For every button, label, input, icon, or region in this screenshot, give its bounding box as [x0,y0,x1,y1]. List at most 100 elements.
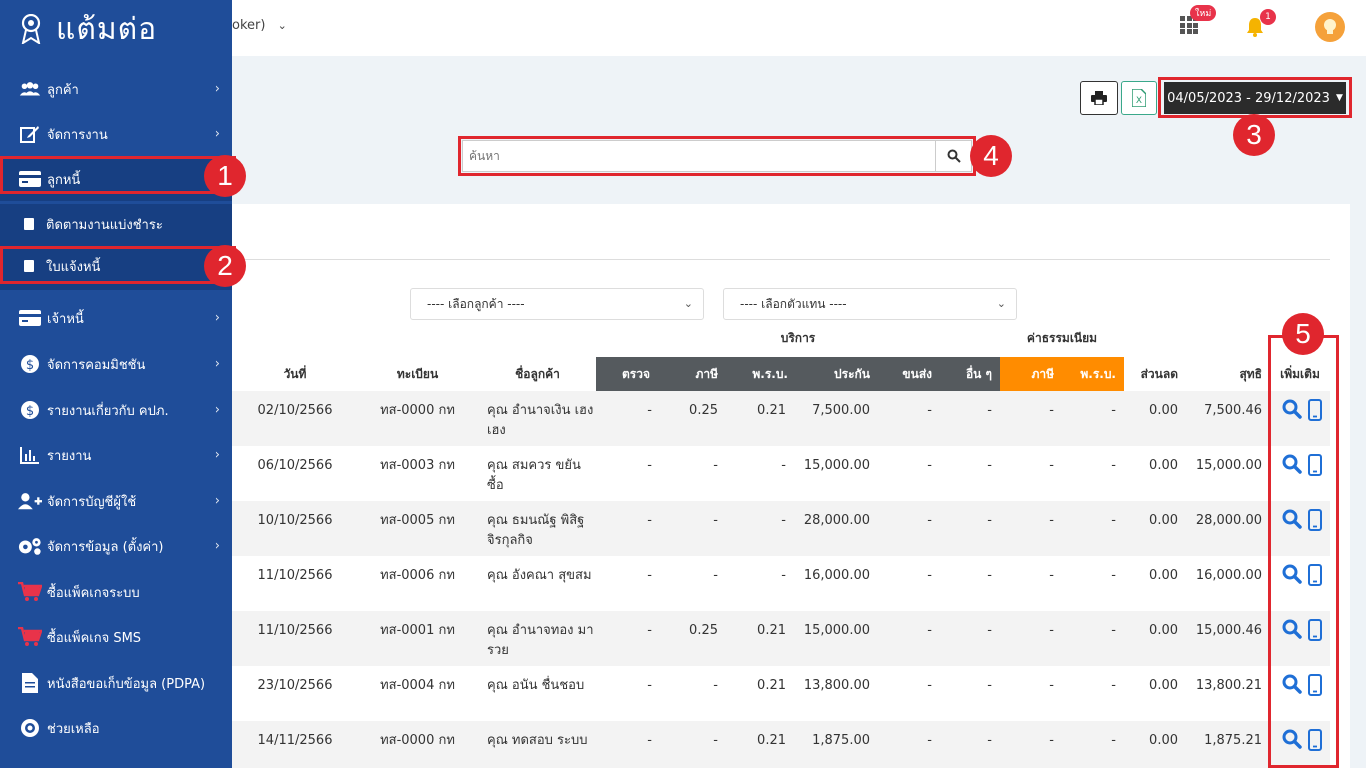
group-header-service: บริการ [780,331,816,345]
sidebar-item-label: ซื้อแพ็คเกจ SMS [47,630,142,646]
cell-other: - [987,403,992,418]
sidebar-item-manage-jobs[interactable]: จัดการงาน › [0,112,232,156]
cell-plate: ทส-0003 กท [380,458,455,473]
cell-fee-tax: - [1049,458,1054,473]
sidebar-item-buy-package[interactable]: ซื้อแพ็คเกจระบบ [0,570,232,614]
sidebar-item-label: ซื้อแพ็คเกจระบบ [47,585,140,601]
cell-prb: 0.21 [757,623,786,638]
file-icon [18,673,42,693]
cell-inspect: - [647,403,652,418]
sidebar-item-customers[interactable]: ลูกค้า › [0,67,232,111]
cell-customer: คุณ อนัน ชื่นชอบ [487,678,585,693]
cell-net: 13,800.21 [1195,678,1262,693]
col-header-date: วันที่ [283,366,307,381]
excel-file-icon: X [1132,89,1146,107]
cell-tax: - [713,733,718,748]
brand-logo[interactable]: แต้มต่อ [0,0,232,58]
cell-discount: 0.00 [1149,513,1178,528]
chevron-right-icon: › [214,447,220,463]
cell-plate: ทส-0004 กท [380,678,455,693]
sidebar-item-settings[interactable]: จัดการข้อมูล (ตั้งค่า) › [0,524,232,568]
cell-inspect: - [647,733,652,748]
annotation-number-4: 4 [970,135,1012,177]
col-header-prb: พ.ร.บ. [726,357,796,391]
cell-other: - [987,678,992,693]
chevron-right-icon: › [214,310,220,326]
cell-customer: คุณ อังคณา สุขสม [487,568,592,583]
cell-insurance: 7,500.00 [812,403,870,418]
print-button[interactable] [1080,81,1118,115]
sidebar-item-user-accounts[interactable]: จัดการบัญชีผู้ใช้ › [0,479,232,523]
chevron-right-icon: › [214,538,220,554]
user-plus-icon [18,491,42,511]
cell-discount: 0.00 [1149,678,1178,693]
cell-insurance: 15,000.00 [803,458,870,473]
annotation-box-5 [1268,335,1339,768]
cell-net: 16,000.00 [1195,568,1262,583]
col-header-net: สุทธิ [1239,366,1262,381]
cell-fee-prb: - [1111,733,1116,748]
col-header-tax: ภาษี [676,357,726,391]
cell-inspect: - [647,568,652,583]
brand-name: แต้มต่อ [56,11,158,47]
sidebar-item-label: จัดการข้อมูล (ตั้งค่า) [47,539,164,555]
col-header-other: อื่น ๆ [940,357,1000,391]
cell-prb: - [781,458,786,473]
cell-plate: ทส-0001 กท [380,623,455,638]
sidebar-item-oic-report[interactable]: $ รายงานเกี่ยวกับ คปภ. › [0,388,232,432]
top-bar: oker) ⌄ ใหม่ 1 [232,0,1366,56]
cell-inspect: - [647,678,652,693]
doc-icon [24,218,34,230]
col-header-insurance: ประกัน [796,357,878,391]
annotation-box-3 [1158,77,1352,118]
cell-prb: - [781,568,786,583]
sidebar-item-help[interactable]: ช่วยเหลือ [0,706,232,750]
annotation-number-1: 1 [204,155,246,197]
annotation-box-2 [0,246,236,284]
cell-customer: คุณ อำนาจทอง มา รวย [487,623,594,658]
cell-fee-prb: - [1111,458,1116,473]
cell-plate: ทส-0000 กท [380,403,455,418]
col-header-inspect: ตรวจ [596,357,676,391]
sidebar-item-pdpa[interactable]: หนังสือขอเก็บข้อมูล (PDPA) [0,661,232,705]
export-excel-button[interactable]: X [1121,81,1157,115]
cell-insurance: 28,000.00 [803,513,870,528]
cell-other: - [987,458,992,473]
agent-select[interactable]: ---- เลือกตัวแทน ---- ⌄ [723,288,1017,320]
cell-date: 10/10/2566 [257,513,333,528]
cell-fee-prb: - [1111,568,1116,583]
cell-customer: คุณ สมควร ขยันซื้อ [487,458,581,493]
sidebar-item-reports[interactable]: รายงาน › [0,433,232,477]
cell-inspect: - [647,458,652,473]
cell-plate: ทส-0006 กท [380,568,455,583]
cell-transport: - [927,568,932,583]
cell-customer: คุณ ธมนณัฐ พิสิฐ จิรกุลกิจ [487,513,585,548]
cell-tax: 0.25 [689,623,718,638]
sidebar-item-buy-sms-package[interactable]: ซื้อแพ็คเกจ SMS [0,615,232,659]
chevron-right-icon: › [214,356,220,372]
sidebar-subitem-installment-tracking[interactable]: ติดตามงานแบ่งชำระ [0,204,232,244]
map-pin-logo-icon [21,14,41,44]
cell-other: - [987,733,992,748]
cell-tax: - [713,458,718,473]
cell-date: 23/10/2566 [257,678,333,693]
table-row: 06/10/2566 ทส-0003 กท คุณ สมควร ขยันซื้อ - -… [232,446,1330,501]
agent-select-value: ---- เลือกตัวแทน ---- [740,296,847,311]
avatar[interactable] [1315,12,1345,42]
cell-prb: 0.21 [757,733,786,748]
cell-insurance: 1,875.00 [812,733,870,748]
sidebar-item-commission[interactable]: $ จัดการคอมมิชชัน › [0,342,232,386]
sidebar-item-creditors[interactable]: เจ้าหนี้ › [0,296,232,340]
col-header-customer: ชื่อลูกค้า [515,366,560,381]
cart-icon [18,627,42,647]
annotation-number-5: 5 [1282,313,1324,355]
customer-select[interactable]: ---- เลือกลูกค้า ---- ⌄ [410,288,704,320]
cell-tax: - [713,513,718,528]
cell-insurance: 16,000.00 [803,568,870,583]
cell-fee-prb: - [1111,678,1116,693]
broker-selector[interactable]: oker) ⌄ [232,18,287,33]
chart-icon [18,445,42,465]
cell-date: 14/11/2566 [257,733,333,748]
cell-customer: คุณ อำนาจเงิน เฮง เฮง [487,403,594,438]
cell-customer: คุณ ทดสอบ ระบบ [487,733,588,748]
